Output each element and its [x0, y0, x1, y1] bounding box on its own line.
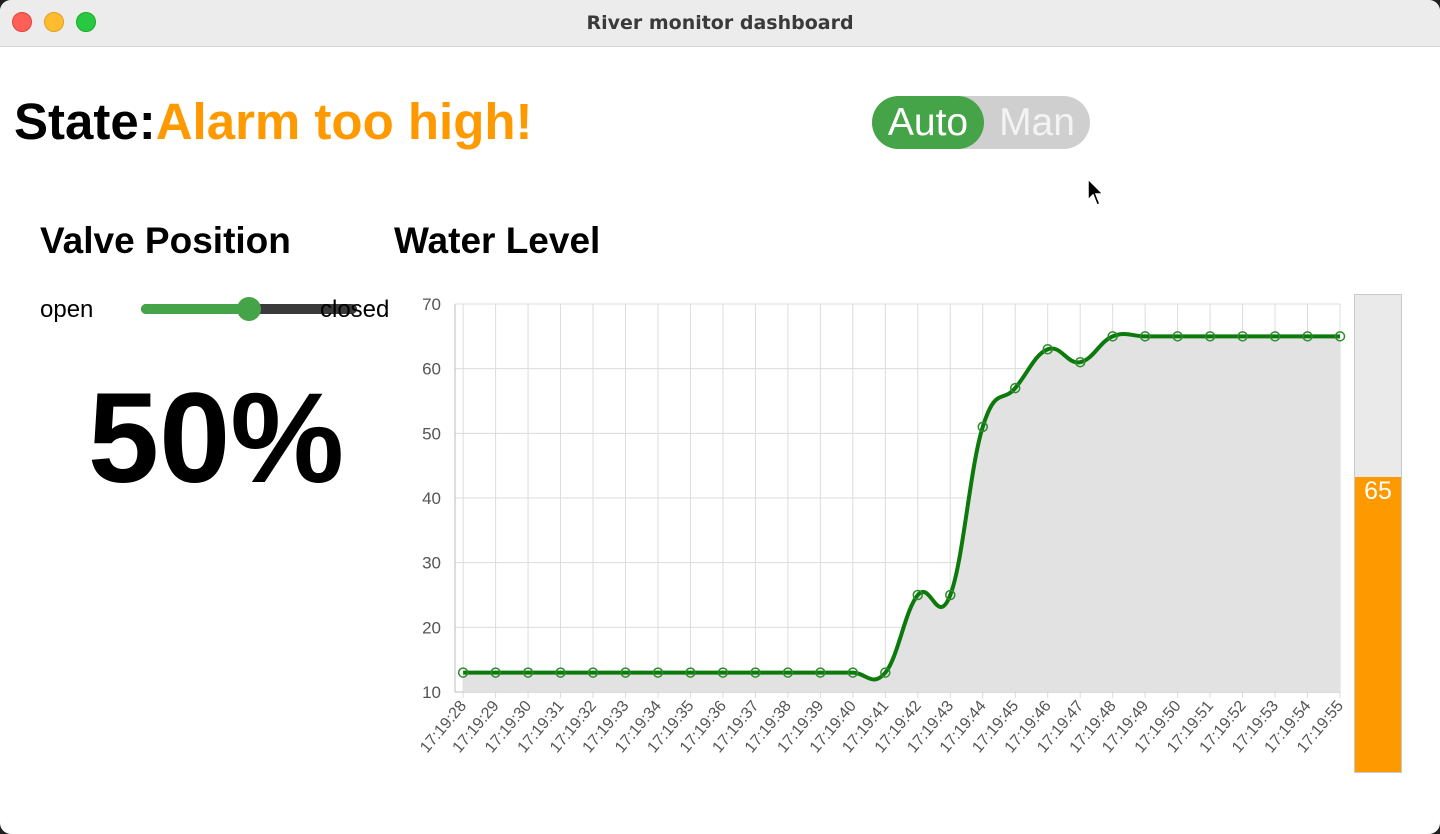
valve-slider-thumb[interactable] [237, 297, 261, 321]
y-tick-label: 40 [422, 489, 441, 508]
water-level-heading: Water Level [394, 220, 601, 261]
state-label: State: [14, 93, 156, 150]
slider-open-label: open [40, 296, 94, 323]
slider-closed-label: closed [320, 296, 390, 323]
water-level-chart: 1020304050607017:19:2817:19:2917:19:3017… [417, 295, 1346, 756]
title-bar: River monitor dashboard [0, 0, 1440, 47]
y-tick-label: 30 [422, 554, 441, 573]
water-level-gauge-value: 65 [1364, 477, 1392, 506]
window-title: River monitor dashboard [586, 12, 854, 34]
y-tick-label: 50 [422, 424, 441, 443]
app-window: River monitor dashboard State:Alarm too … [0, 0, 1440, 834]
mouse-cursor-icon [1087, 178, 1105, 206]
water-level-gauge-fill: 65 [1355, 477, 1401, 772]
y-tick-label: 20 [422, 618, 441, 637]
state-value: Alarm too high! [155, 93, 533, 150]
mode-option-man[interactable]: Man [984, 96, 1090, 149]
state-display: State:Alarm too high! [14, 92, 533, 151]
y-tick-label: 60 [422, 360, 441, 379]
water-level-gauge: 65 [1354, 294, 1402, 773]
valve-position-heading: Valve Position [40, 220, 291, 261]
mode-toggle[interactable]: Auto Man [872, 96, 1090, 149]
valve-slider-row: open closed [40, 294, 400, 324]
y-tick-label: 10 [422, 683, 441, 702]
valve-slider-fill [141, 304, 249, 314]
mode-option-auto[interactable]: Auto [872, 96, 984, 149]
y-tick-label: 70 [422, 295, 441, 314]
valve-percent-readout: 50% [87, 367, 345, 510]
